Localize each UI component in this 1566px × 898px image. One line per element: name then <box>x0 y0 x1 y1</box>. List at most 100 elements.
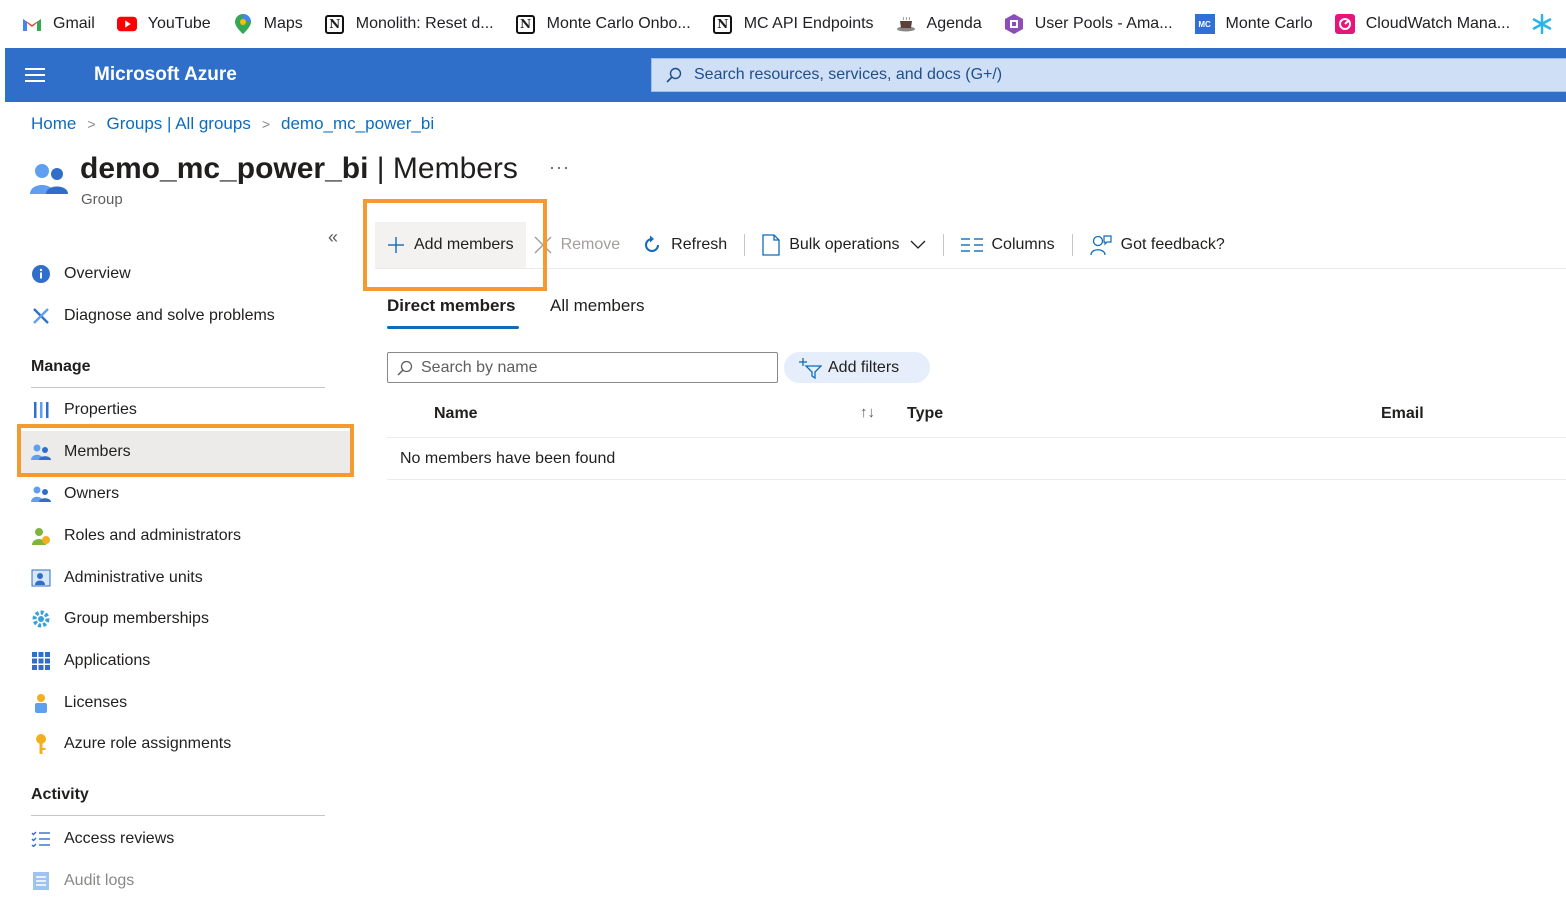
nav-label: Audit logs <box>64 872 135 889</box>
nav-label: Administrative units <box>64 569 203 586</box>
bookmark-cloudwatch[interactable]: CloudWatch Mana... <box>1334 14 1511 34</box>
bookmark-gmail[interactable]: Gmail <box>22 14 95 34</box>
sort-icon[interactable]: ↑↓ <box>860 404 875 421</box>
page-subtitle: Group <box>81 191 123 208</box>
nav-label: Roles and administrators <box>64 527 241 544</box>
tab-all-members[interactable]: All members <box>550 296 644 316</box>
more-options-icon[interactable]: ··· <box>549 157 570 178</box>
add-filters-button[interactable]: Add filters <box>784 352 930 383</box>
divider <box>942 234 944 256</box>
divider <box>31 387 325 388</box>
gmail-icon <box>22 14 42 34</box>
tab-direct-members[interactable]: Direct members <box>387 296 516 316</box>
global-search-placeholder: Search resources, services, and docs (G+… <box>694 66 1003 83</box>
chevron-down-icon <box>910 240 925 249</box>
nav-administrative-units[interactable]: Administrative units <box>20 557 350 599</box>
column-header-name[interactable]: Name <box>434 405 478 423</box>
nav-owners[interactable]: Owners <box>20 473 350 515</box>
nav-roles-administrators[interactable]: Roles and administrators <box>20 515 350 557</box>
breadcrumb-group[interactable]: demo_mc_power_bi <box>281 114 434 134</box>
divider <box>744 234 746 256</box>
bookmark-label: YouTube <box>147 15 211 32</box>
wrench-icon <box>30 305 52 327</box>
portal-header: Microsoft Azure Search resources, servic… <box>5 48 1566 102</box>
breadcrumb: Home > Groups | All groups > demo_mc_pow… <box>31 114 434 134</box>
empty-state-message: No members have been found <box>400 450 616 467</box>
bookmark-maps[interactable]: Maps <box>233 14 303 34</box>
nav-licenses[interactable]: Licenses <box>20 682 350 724</box>
nav-group-memberships[interactable]: Group memberships <box>20 598 350 640</box>
bookmark-monte-carlo-onboarding[interactable]: N Monte Carlo Onbo... <box>516 14 691 34</box>
breadcrumb-all-groups[interactable]: Groups | All groups <box>107 114 251 134</box>
page-title-section: | Members <box>368 152 518 185</box>
breadcrumb-home[interactable]: Home <box>31 114 76 134</box>
nav-label: Access reviews <box>64 830 175 847</box>
page-title-group: demo_mc_power_bi <box>80 152 369 185</box>
hamburger-icon <box>25 68 45 82</box>
remove-label: Remove <box>560 236 621 253</box>
nav-label: Group memberships <box>64 610 209 627</box>
bookmark-label: CloudWatch Mana... <box>1365 15 1511 32</box>
licenses-icon <box>30 692 52 714</box>
properties-icon <box>30 399 52 421</box>
search-by-name-input[interactable]: Search by name <box>387 352 778 383</box>
table-header-divider <box>387 437 1566 438</box>
roles-icon <box>30 525 52 547</box>
document-icon <box>762 234 780 256</box>
portal-menu-button[interactable] <box>5 68 65 82</box>
nav-applications[interactable]: Applications <box>20 640 350 682</box>
cognito-icon <box>1004 14 1024 34</box>
column-header-type[interactable]: Type <box>907 405 943 423</box>
highlight-add-members <box>363 199 547 291</box>
audit-log-icon <box>30 870 52 892</box>
refresh-button[interactable]: Refresh <box>642 222 727 268</box>
bulk-operations-label: Bulk operations <box>789 236 900 253</box>
nav-overview[interactable]: Overview <box>20 253 350 295</box>
feedback-button[interactable]: Got feedback? <box>1089 222 1225 268</box>
bookmark-label: MC API Endpoints <box>743 15 874 32</box>
key-icon <box>30 733 52 755</box>
youtube-icon <box>116 14 137 34</box>
nav-label: Licenses <box>64 694 128 711</box>
group-icon <box>30 162 68 199</box>
bookmark-agenda[interactable]: Agenda <box>896 14 982 34</box>
nav-azure-role-assignments[interactable]: Azure role assignments <box>20 723 350 765</box>
highlight-members-nav <box>17 424 354 477</box>
notion-icon: N <box>516 14 536 34</box>
global-search-input[interactable]: Search resources, services, and docs (G+… <box>651 58 1566 92</box>
refresh-label: Refresh <box>671 236 728 253</box>
notion-icon: N <box>325 14 345 34</box>
bulk-operations-button[interactable]: Bulk operations <box>762 222 925 268</box>
info-icon <box>30 263 52 285</box>
bookmark-youtube[interactable]: YouTube <box>116 14 211 34</box>
nav-label: Azure role assignments <box>64 735 232 752</box>
divider <box>31 815 325 816</box>
bookmark-monte-carlo[interactable]: MC Monte Carlo <box>1194 14 1313 34</box>
chevron-right-icon: > <box>87 116 96 132</box>
chevron-right-icon: > <box>261 116 271 132</box>
notion-icon: N <box>713 14 733 34</box>
divider <box>1071 234 1073 256</box>
nav-diagnose[interactable]: Diagnose and solve problems <box>20 295 350 337</box>
bookmark-mc-api-endpoints[interactable]: N MC API Endpoints <box>713 14 874 34</box>
nav-label: Owners <box>64 485 120 502</box>
feedback-label: Got feedback? <box>1120 236 1225 253</box>
search-by-name-placeholder: Search by name <box>421 358 538 376</box>
collapse-nav-button[interactable]: « <box>328 227 338 248</box>
bookmark-label: Maps <box>263 15 303 32</box>
bookmark-snowflake[interactable] <box>1532 14 1563 34</box>
bookmark-monolith[interactable]: N Monolith: Reset d... <box>325 14 494 34</box>
nav-audit-logs[interactable]: Audit logs <box>20 860 350 898</box>
nav-label: Properties <box>64 401 137 418</box>
column-header-email[interactable]: Email <box>1381 405 1424 423</box>
columns-label: Columns <box>991 236 1055 253</box>
portal-brand[interactable]: Microsoft Azure <box>94 64 237 86</box>
applications-grid-icon <box>30 650 52 672</box>
add-filters-label: Add filters <box>828 358 900 376</box>
page-title: demo_mc_power_bi | Members <box>80 150 518 188</box>
bookmark-user-pools[interactable]: User Pools - Ama... <box>1004 14 1173 34</box>
nav-label: Applications <box>64 652 151 669</box>
nav-access-reviews[interactable]: Access reviews <box>20 818 350 860</box>
columns-button[interactable]: Columns <box>960 222 1055 268</box>
checklist-icon <box>30 828 52 850</box>
